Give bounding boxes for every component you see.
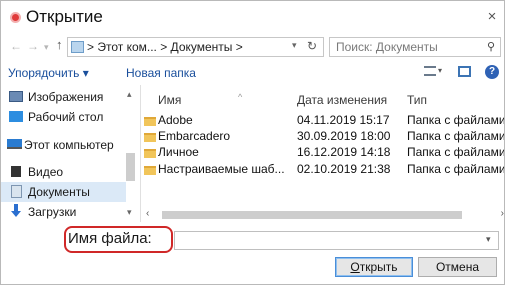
help-icon[interactable]: ? — [485, 65, 499, 79]
view-options-icon[interactable] — [424, 66, 436, 76]
scrollbar-thumb[interactable] — [162, 211, 462, 219]
open-file-dialog: Открытие × ← → ▾ ↑ > Этот ком... > Докум… — [0, 0, 505, 285]
file-type: Папка с файлами — [407, 129, 505, 143]
command-toolbar: Упорядочить ▾ Новая папка ▾ ? — [1, 60, 504, 85]
sidebar-item-desktop[interactable]: Рабочий стол — [1, 107, 126, 127]
sidebar-item-documents[interactable]: Документы — [1, 182, 126, 202]
video-icon — [11, 166, 21, 177]
view-options-chevron-icon[interactable]: ▾ — [438, 66, 442, 75]
address-dropdown-chevron-icon[interactable]: ▾ — [292, 40, 297, 51]
close-icon[interactable]: × — [484, 8, 500, 25]
file-name: Embarcadero — [158, 129, 231, 143]
sidebar-item-label: Изображения — [28, 90, 104, 104]
open-button[interactable]: Открыть — [335, 257, 413, 277]
recent-locations-chevron-icon[interactable]: ▾ — [44, 42, 49, 53]
column-header-type[interactable]: Тип — [407, 93, 427, 107]
documents-icon — [11, 185, 22, 198]
search-icon[interactable]: ⚲ — [487, 40, 495, 53]
sidebar-item-video[interactable]: Видео — [1, 162, 126, 182]
sidebar-item-label: Загрузки — [28, 205, 77, 219]
organize-menu-button[interactable]: Упорядочить ▾ — [8, 66, 89, 80]
open-button-accelerator: О — [350, 260, 360, 274]
folder-icon — [144, 149, 156, 158]
folder-icon — [144, 133, 156, 142]
file-date: 30.09.2019 18:00 — [297, 129, 391, 143]
scroll-up-arrow-icon[interactable]: ▴ — [127, 89, 132, 100]
search-placeholder[interactable]: Поиск: Документы — [336, 40, 438, 54]
file-type: Папка с файлами — [407, 145, 505, 159]
filename-dropdown-chevron-icon[interactable]: ▾ — [486, 234, 491, 245]
downloads-icon — [11, 204, 26, 217]
sidebar-item-images[interactable]: Изображения — [1, 87, 126, 107]
file-name: Личное — [158, 145, 199, 159]
desktop-icon — [9, 111, 23, 122]
file-type: Папка с файлами — [407, 162, 505, 176]
up-folder-arrow-icon[interactable]: ↑ — [56, 37, 63, 52]
file-date: 02.10.2019 21:38 — [297, 162, 391, 176]
filename-label: Имя файла: — [68, 230, 152, 247]
file-row[interactable]: Личное 16.12.2019 14:18 Папка с файлами — [142, 144, 505, 161]
file-type: Папка с файлами — [407, 113, 505, 127]
navigation-pane-scrollbar[interactable]: ▴ ▾ — [124, 85, 137, 222]
refresh-icon[interactable]: ↻ — [307, 39, 317, 53]
sidebar-item-label: Документы — [28, 185, 90, 199]
cancel-button[interactable]: Отмена — [418, 257, 497, 277]
folder-icon — [144, 117, 156, 126]
folder-icon — [71, 41, 84, 53]
images-icon — [9, 91, 23, 102]
file-row[interactable]: Embarcadero 30.09.2019 18:00 Папка с фай… — [142, 128, 505, 145]
file-date: 04.11.2019 15:17 — [297, 113, 390, 127]
dialog-title: Открытие — [26, 7, 103, 26]
sidebar-item-label: Рабочий стол — [28, 110, 104, 124]
scroll-right-arrow-icon[interactable]: › — [501, 208, 504, 219]
scroll-down-arrow-icon[interactable]: ▾ — [127, 207, 132, 218]
navigation-bar: ← → ▾ ↑ > Этот ком... > Документы > ▾ ↻ … — [1, 34, 504, 60]
file-name: Настраиваемые шаб... — [158, 162, 285, 176]
file-row[interactable]: Настраиваемые шаб... 02.10.2019 21:38 Па… — [142, 161, 505, 178]
app-icon — [10, 12, 21, 23]
computer-icon — [7, 139, 22, 149]
column-header-name[interactable]: Имя ^ — [158, 92, 242, 107]
file-list-horizontal-scrollbar[interactable]: ‹ › — [142, 208, 504, 222]
preview-pane-icon[interactable] — [458, 66, 471, 77]
scrollbar-thumb[interactable] — [126, 153, 135, 181]
file-list: Имя ^ Дата изменения Тип Adobe 04.11.201… — [142, 85, 505, 222]
search-box[interactable]: Поиск: Документы ⚲ — [329, 37, 501, 57]
forward-arrow-icon[interactable]: → — [27, 39, 39, 53]
navigation-pane: Изображения Рабочий стол Этот компьютер … — [1, 85, 141, 222]
sidebar-item-this-pc[interactable]: Этот компьютер — [1, 135, 126, 155]
back-arrow-icon[interactable]: ← — [10, 39, 22, 53]
folder-icon — [144, 166, 156, 175]
file-row[interactable]: Adobe 04.11.2019 15:17 Папка с файлами — [142, 112, 505, 129]
sidebar-item-downloads[interactable]: Загрузки — [1, 202, 126, 222]
sidebar-item-label: Этот компьютер — [24, 138, 114, 152]
address-bar[interactable]: > Этот ком... > Документы > ▾ ↻ — [67, 37, 324, 57]
title-bar: Открытие × — [1, 1, 504, 34]
column-header-label: Имя — [158, 93, 182, 107]
open-button-label: ткрыть — [359, 260, 398, 274]
new-folder-button[interactable]: Новая папка — [126, 66, 196, 80]
file-name: Adobe — [158, 113, 193, 127]
file-date: 16.12.2019 14:18 — [297, 145, 391, 159]
sidebar-item-label: Видео — [28, 165, 64, 179]
scroll-left-arrow-icon[interactable]: ‹ — [146, 208, 149, 219]
column-header-date[interactable]: Дата изменения — [297, 93, 387, 107]
address-breadcrumb[interactable]: > Этот ком... > Документы > — [87, 40, 243, 54]
filename-input[interactable] — [174, 231, 499, 250]
sort-indicator-icon: ^ — [238, 92, 243, 102]
